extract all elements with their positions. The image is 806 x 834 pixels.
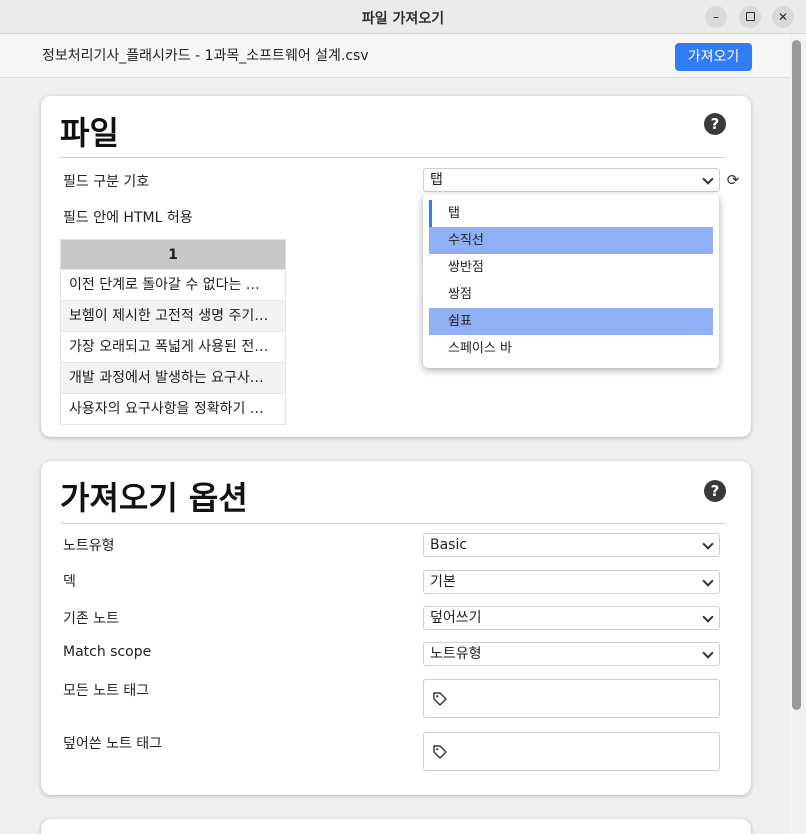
existing-notes-label: 기존 노트 — [63, 611, 119, 627]
match-scope-value: 노트유형 — [430, 646, 482, 662]
import-options-section: 가져오기 옵션 ? 노트유형 Basic 덱 기본 기존 노트 덮어쓰기 Mat… — [41, 461, 751, 795]
dropdown-option[interactable]: 탭 — [429, 200, 713, 227]
match-scope-label: Match scope — [63, 644, 152, 660]
chevron-down-icon — [697, 571, 719, 593]
preview-cell: 보헴이 제시한 고전적 생명 주기… — [60, 301, 286, 332]
import-button[interactable]: 가져오기 — [675, 43, 752, 71]
preview-cell: 가장 오래되고 폭넓게 사용된 전… — [60, 332, 286, 363]
tag-icon — [433, 692, 447, 706]
note-type-select[interactable]: Basic — [423, 533, 720, 557]
field-separator-dropdown: 탭 수직선 쌍반점 쌍점 쉼표 스페이스 바 — [423, 194, 719, 368]
import-options-title: 가져오기 옵션 — [60, 479, 248, 517]
preview-cell: 이전 단계로 돌아갈 수 없다는 … — [60, 270, 286, 301]
scrollbar-thumb[interactable] — [792, 40, 801, 710]
updated-notes-tags-label: 덮어쓴 노트 태그 — [63, 736, 163, 752]
minimize-button[interactable]: – — [705, 6, 727, 28]
field-separator-value: 탭 — [430, 172, 443, 188]
deck-select[interactable]: 기본 — [423, 570, 720, 594]
preview-column-header: 1 — [60, 239, 286, 270]
chevron-down-icon — [697, 607, 719, 629]
window-title: 파일 가져오기 — [361, 11, 445, 27]
question-circle-icon[interactable]: ? — [704, 480, 726, 502]
existing-notes-value: 덮어쓰기 — [430, 610, 482, 626]
section-divider — [60, 523, 725, 524]
maximize-icon — [745, 12, 755, 21]
updated-notes-tags-input[interactable] — [423, 732, 720, 771]
note-type-value: Basic — [430, 537, 468, 553]
question-circle-icon[interactable]: ? — [704, 113, 726, 135]
field-separator-select[interactable]: 탭 — [423, 168, 720, 192]
match-scope-select[interactable]: 노트유형 — [423, 642, 720, 666]
section-divider — [60, 157, 725, 158]
existing-notes-select[interactable]: 덮어쓰기 — [423, 606, 720, 630]
dropdown-option[interactable]: 쉼표 — [429, 308, 713, 335]
dropdown-option[interactable]: 수직선 — [429, 227, 713, 254]
preview-table: 1 이전 단계로 돌아갈 수 없다는 … 보헴이 제시한 고전적 생명 주기… … — [60, 239, 286, 425]
all-notes-tags-label: 모든 노트 태그 — [63, 683, 150, 699]
note-type-label: 노트유형 — [63, 538, 115, 554]
dropdown-option[interactable]: 쌍반점 — [429, 254, 713, 281]
vertical-scrollbar[interactable] — [790, 34, 806, 834]
chevron-down-icon — [697, 534, 719, 556]
file-section-title: 파일 — [60, 114, 119, 152]
header-bar: 정보처리기사_플래시카드 - 1과목_소프트웨어 설계.csv 가져오기 — [0, 34, 790, 78]
allow-html-label: 필드 안에 HTML 허용 — [63, 210, 193, 226]
next-section — [41, 819, 751, 834]
field-separator-label: 필드 구분 기호 — [63, 174, 150, 190]
close-button[interactable]: ✕ — [772, 6, 794, 28]
window-titlebar: 파일 가져오기 – ✕ — [0, 0, 806, 34]
dropdown-option[interactable]: 쌍점 — [429, 281, 713, 308]
chevron-down-icon — [697, 643, 719, 665]
maximize-button[interactable] — [739, 6, 761, 28]
main-scroll-area[interactable]: 파일 ? 필드 구분 기호 탭 ⟳ 필드 안에 HTML 허용 1 이전 단계로… — [0, 79, 790, 834]
preview-cell: 개발 과정에서 발생하는 요구사… — [60, 363, 286, 394]
tag-icon — [433, 745, 447, 759]
reset-icon[interactable]: ⟳ — [725, 172, 741, 188]
all-notes-tags-input[interactable] — [423, 679, 720, 718]
chevron-down-icon — [697, 169, 719, 191]
preview-cell: 사용자의 요구사항을 정확하기 … — [60, 394, 286, 425]
deck-value: 기본 — [430, 574, 456, 590]
deck-label: 덱 — [63, 574, 76, 590]
file-name: 정보처리기사_플래시카드 - 1과목_소프트웨어 설계.csv — [42, 48, 369, 64]
dropdown-option[interactable]: 스페이스 바 — [429, 335, 713, 362]
